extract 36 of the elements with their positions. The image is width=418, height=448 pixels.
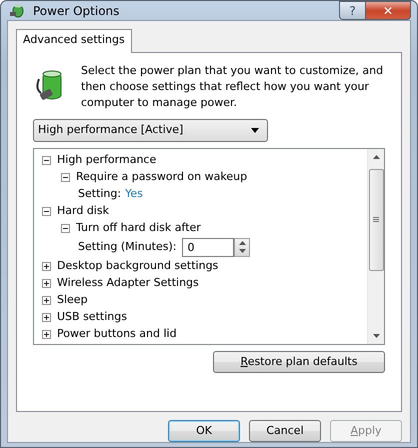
expand-icon[interactable] — [42, 330, 51, 338]
expand-icon[interactable] — [42, 278, 51, 288]
tree-item[interactable]: Power buttons and lid — [57, 326, 177, 342]
tree-item[interactable]: Turn off hard disk after — [76, 220, 201, 236]
tree-item[interactable]: High performance — [57, 152, 156, 168]
plan-dropdown[interactable]: High performance [Active] — [33, 118, 268, 142]
instruction-text: Select the power plan that you want to customize, and then choose settings that reflect how you want your computer to manage power. — [81, 62, 384, 110]
expand-icon[interactable] — [42, 262, 51, 270]
spin-buttons[interactable] — [234, 238, 250, 256]
collapse-icon[interactable] — [42, 156, 51, 164]
collapse-icon[interactable] — [61, 172, 70, 182]
expand-icon[interactable] — [42, 296, 51, 304]
restore-defaults-button[interactable]: Restore plan defaults — [213, 350, 385, 372]
tree-item[interactable]: Sleep — [57, 292, 88, 308]
tree-item[interactable]: USB settings — [57, 308, 127, 326]
caret-icon — [251, 128, 259, 132]
dialog-button[interactable]: Cancel — [249, 420, 321, 442]
setting-value[interactable]: Yes — [125, 186, 143, 202]
window-title: Power Options — [33, 2, 120, 20]
dialog-button[interactable]: OK — [168, 420, 240, 442]
setting-label: Setting: — [78, 186, 122, 202]
tab[interactable]: Advanced settings — [16, 29, 132, 52]
collapse-icon[interactable] — [61, 224, 70, 232]
help-button[interactable]: ? — [339, 1, 366, 20]
tree-item[interactable]: Hard disk — [57, 202, 109, 220]
tree-item[interactable]: Desktop background settings — [57, 258, 218, 274]
close-button[interactable]: ✕ — [365, 1, 411, 20]
collapse-icon[interactable] — [42, 206, 51, 216]
tree-item[interactable]: Require a password on wakeup — [76, 168, 248, 186]
tree-item[interactable]: Wireless Adapter Settings — [57, 274, 199, 292]
setting-label: Setting (Minutes): — [78, 238, 176, 255]
scrollbar-thumb[interactable] — [368, 168, 384, 270]
expand-icon[interactable] — [42, 312, 51, 322]
scroll-up-icon[interactable] — [372, 154, 380, 158]
minutes-field[interactable]: 0 — [182, 238, 234, 256]
scroll-down-icon[interactable] — [372, 334, 380, 338]
